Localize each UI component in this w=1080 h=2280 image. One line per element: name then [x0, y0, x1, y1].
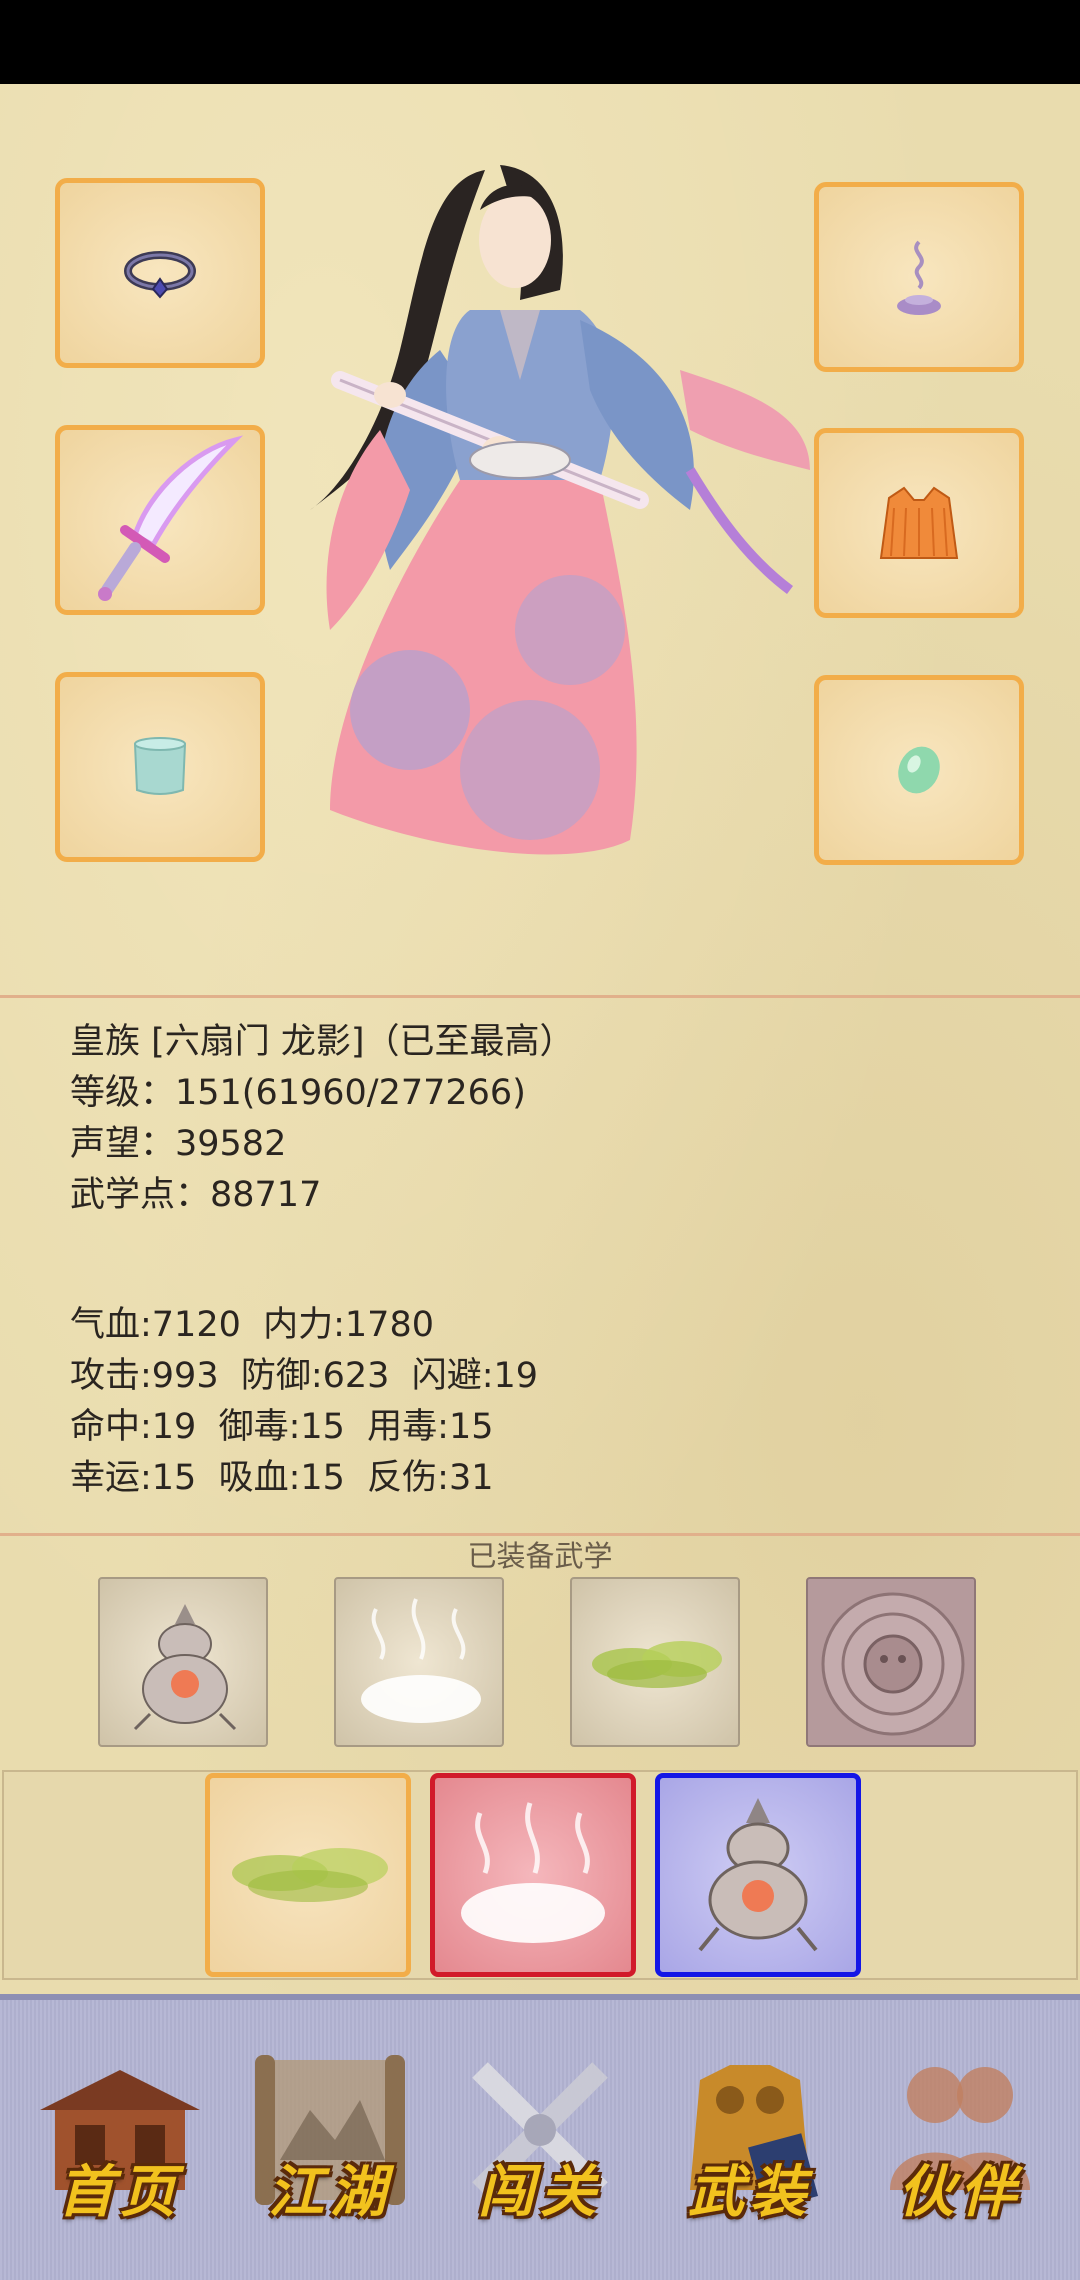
bracer-icon — [133, 737, 187, 795]
character-portrait — [270, 150, 830, 930]
equip-slot-incense[interactable] — [814, 182, 1024, 372]
nav-home-label: 首页 — [58, 2159, 182, 2225]
mist-skill-icon — [461, 1802, 605, 1943]
nav-chuangguan-label: 闯关 — [478, 2159, 602, 2225]
active-slot-3[interactable] — [655, 1773, 861, 1977]
status-bar — [0, 0, 1080, 84]
character-level: 等级：151(61960/277266) — [70, 1073, 526, 1113]
character-stats: 气血:7120 内力:1780 攻击:993 防御:623 闪避:19 命中:1… — [70, 1300, 538, 1504]
nav-wuzhuang[interactable]: 武装 — [660, 2040, 840, 2240]
green-cloud-skill-icon — [592, 1641, 722, 1688]
active-slot-2[interactable] — [430, 1773, 636, 1977]
mist-skill-icon — [361, 1598, 481, 1723]
nav-huoban-label: 伙伴 — [898, 2159, 1022, 2225]
incense-icon — [897, 240, 941, 315]
gourd-skill-icon — [133, 1604, 237, 1731]
nav-chuangguan[interactable]: 闯关 — [450, 2040, 630, 2240]
sword-icon — [98, 435, 244, 601]
equipped-skills-label: 已装备武学 — [467, 1539, 613, 1573]
nav-wuzhuang-label: 武装 — [688, 2159, 812, 2225]
skill-tile-green-cloud[interactable] — [570, 1577, 740, 1747]
active-slot-1[interactable] — [205, 1773, 411, 1977]
skill-tile-mist[interactable] — [334, 1577, 504, 1747]
ring-icon — [124, 251, 196, 299]
nav-home[interactable]: 首页 — [30, 2040, 210, 2240]
equip-slot-armor[interactable] — [814, 428, 1024, 618]
equip-slot-ring[interactable] — [55, 178, 265, 368]
nav-jianghu[interactable]: 江湖 — [240, 2040, 420, 2240]
nav-huoban[interactable]: 伙伴 — [870, 2040, 1050, 2240]
stats-line-3: 命中:19 御毒:15 用毒:15 — [70, 1407, 494, 1447]
skill-tile-aztec-seal[interactable] — [806, 1577, 976, 1747]
jade-icon — [898, 746, 940, 794]
divider-top — [0, 995, 1080, 998]
stats-line-1: 气血:7120 内力:1780 — [70, 1305, 434, 1345]
aztec-seal-skill-icon — [808, 1579, 974, 1745]
stats-line-2: 攻击:993 防御:623 闪避:19 — [70, 1356, 539, 1396]
nav-jianghu-label: 江湖 — [268, 2159, 392, 2225]
character-reputation: 声望：39582 — [70, 1124, 287, 1164]
character-martial-points: 武学点：88717 — [70, 1175, 322, 1215]
character-title: 皇族 [六扇门 龙影]（已至最高） — [70, 1022, 575, 1062]
equip-slot-sword[interactable] — [55, 425, 265, 615]
stats-line-4: 幸运:15 吸血:15 反伤:31 — [70, 1458, 494, 1498]
skill-tile-gourd[interactable] — [98, 1577, 268, 1747]
armor-icon — [879, 486, 959, 559]
equip-slot-bracer[interactable] — [55, 672, 265, 862]
green-cloud-skill-icon — [232, 1848, 388, 1902]
equip-slot-jade[interactable] — [814, 675, 1024, 865]
character-info: 皇族 [六扇门 龙影]（已至最高） 等级：151(61960/277266) 声… — [70, 1017, 575, 1221]
gourd-skill-icon — [698, 1798, 818, 1952]
